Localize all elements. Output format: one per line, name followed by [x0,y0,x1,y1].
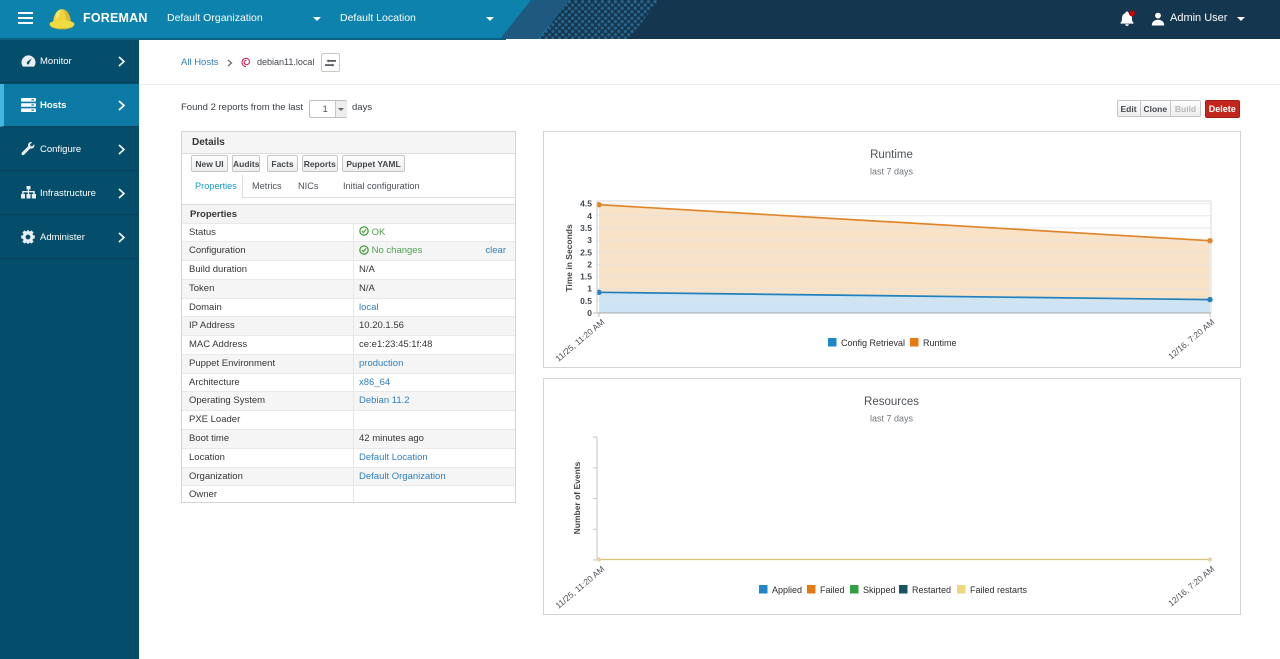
svg-text:last 7 days: last 7 days [870,167,914,177]
svg-text:4: 4 [587,211,592,221]
svg-text:Time in Seconds: Time in Seconds [564,224,574,292]
svg-text:Config Retrieval: Config Retrieval [841,338,905,348]
svg-text:12/16, 7:20 AM: 12/16, 7:20 AM [1166,317,1216,361]
svg-text:11/25, 11:20 AM: 11/25, 11:20 AM [553,564,606,611]
svg-text:1.5: 1.5 [580,272,592,282]
svg-text:Applied: Applied [772,585,802,595]
svg-text:0.5: 0.5 [580,296,592,306]
svg-text:3: 3 [587,235,592,245]
svg-text:Number of Events: Number of Events [572,461,582,534]
svg-text:11/25, 11:20 AM: 11/25, 11:20 AM [553,317,606,364]
svg-text:Restarted: Restarted [912,585,951,595]
svg-text:Runtime: Runtime [870,149,913,161]
svg-text:Failed: Failed [820,585,845,595]
svg-text:Skipped: Skipped [863,585,896,595]
svg-text:Failed restarts: Failed restarts [970,585,1028,595]
svg-text:1: 1 [587,284,592,294]
svg-text:2.5: 2.5 [580,247,592,257]
svg-text:4.5: 4.5 [580,199,592,209]
svg-text:12/16, 7:20 AM: 12/16, 7:20 AM [1166,564,1216,608]
svg-text:0: 0 [587,308,592,318]
svg-text:2: 2 [587,259,592,269]
svg-text:3.5: 3.5 [580,223,592,233]
svg-text:Runtime: Runtime [923,338,957,348]
svg-text:Resources: Resources [864,396,919,408]
svg-text:last 7 days: last 7 days [870,414,914,424]
